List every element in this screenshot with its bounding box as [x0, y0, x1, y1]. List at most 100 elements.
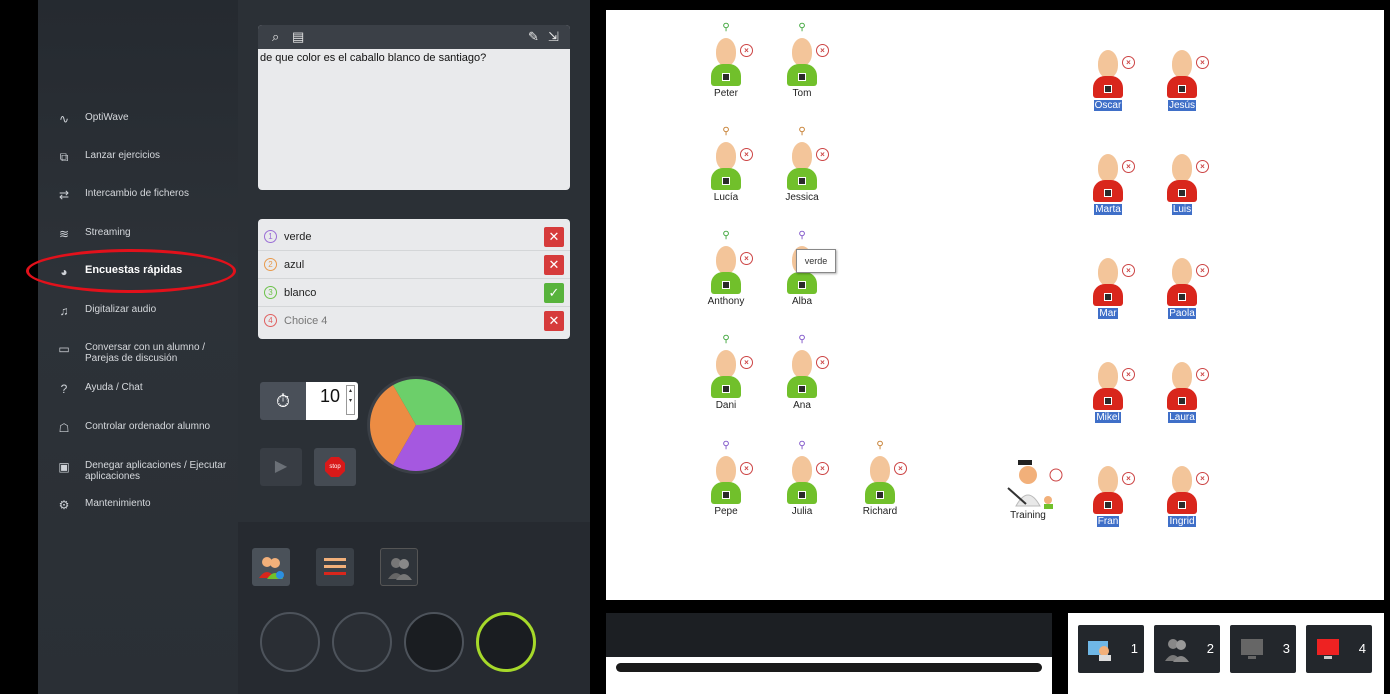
group-label: 2 — [1206, 641, 1214, 656]
close-icon[interactable]: × — [1122, 368, 1135, 381]
answer-number: 1 — [264, 230, 277, 243]
group-circle-3[interactable] — [404, 612, 464, 672]
sidebar: ∿ OptiWave ⧉ Lanzar ejercicios ⇄ Interca… — [38, 0, 238, 694]
screen-icon — [1178, 293, 1186, 301]
stopwatch-icon[interactable]: ⏱ — [260, 382, 306, 420]
close-icon[interactable]: × — [1122, 472, 1135, 485]
timer-input[interactable]: 10 ▴ ▾ — [306, 382, 358, 420]
close-icon[interactable]: × — [740, 462, 753, 475]
close-icon[interactable]: × — [1196, 56, 1209, 69]
group-button-2[interactable]: 2 — [1154, 625, 1220, 673]
close-icon[interactable]: × — [740, 356, 753, 369]
timer-spinner[interactable]: ▴ ▾ — [346, 385, 355, 415]
close-icon[interactable]: × — [1196, 472, 1209, 485]
sidebar-item-intercambio[interactable]: ⇄ Intercambio de ficheros — [56, 188, 236, 202]
close-icon[interactable]: × — [1122, 264, 1135, 277]
teacher-station[interactable]: Training — [1004, 458, 1074, 538]
sidebar-item-denegar[interactable]: ▣ Denegar aplicaciones / Ejecutar aplica… — [56, 460, 236, 482]
view-mode-bar — [238, 522, 590, 694]
question-toolbar: ⌕ ▤ ✎ ⇲ — [258, 25, 570, 49]
student-lucía[interactable]: ⚲ × Lucía — [706, 126, 766, 216]
sidebar-item-controlar[interactable]: ☖ Controlar ordenador alumno — [56, 421, 236, 435]
grid-view-button[interactable] — [316, 548, 354, 586]
group-button-4[interactable]: 4 — [1306, 625, 1372, 673]
answer-row-2[interactable]: 2 azul ✕ — [258, 251, 570, 279]
sidebar-item-streaming[interactable]: ≋ Streaming — [56, 227, 236, 241]
app-block-icon: ▣ — [58, 460, 70, 474]
student-alba[interactable]: ⚲×Alba — [782, 230, 842, 320]
edit-icon[interactable]: ✎ — [528, 29, 539, 45]
correct-mark-icon[interactable]: ✓ — [544, 283, 564, 303]
student-name: Mikel — [1095, 412, 1121, 423]
group-view-button[interactable] — [380, 548, 418, 586]
student-body — [1167, 76, 1197, 98]
answer-row-4[interactable]: 4 Choice 4 ✕ — [258, 307, 570, 335]
close-icon[interactable]: × — [816, 356, 829, 369]
screen-icon — [1104, 85, 1112, 93]
sidebar-item-ayuda[interactable]: ? Ayuda / Chat — [56, 382, 236, 396]
sidebar-item-label: Mantenimiento — [85, 498, 151, 509]
student-ingrid[interactable]: × Ingrid — [1162, 450, 1222, 540]
close-icon[interactable]: × — [1196, 368, 1209, 381]
group-circle-4[interactable] — [476, 612, 536, 672]
sidebar-item-optiwave[interactable]: ∿ OptiWave — [56, 112, 236, 126]
teacher-label: Training — [1010, 510, 1046, 521]
student-julia[interactable]: ⚲ × Julia — [782, 440, 842, 530]
answer-row-3[interactable]: 3 blanco ✓ — [258, 279, 570, 307]
student-avatar — [1172, 466, 1192, 494]
wrong-mark-icon[interactable]: ✕ — [544, 227, 564, 247]
answer-row-1[interactable]: 1 verde ✕ — [258, 223, 570, 251]
student-laura[interactable]: × Laura — [1162, 346, 1222, 436]
sidebar-item-mantenimiento[interactable]: ⚙ Mantenimiento — [56, 498, 236, 512]
close-icon[interactable]: × — [740, 44, 753, 57]
sidebar-item-lanzar-ejercicios[interactable]: ⧉ Lanzar ejercicios — [56, 150, 236, 164]
student-ana[interactable]: ⚲ × Ana — [782, 334, 842, 424]
student-oscar[interactable]: × Oscar — [1088, 34, 1148, 124]
sidebar-item-label: Controlar ordenador alumno — [85, 421, 211, 432]
group-button-3[interactable]: 3 — [1230, 625, 1296, 673]
student-richard[interactable]: ⚲ × Richard — [860, 440, 920, 530]
student-mar[interactable]: × Mar — [1088, 242, 1148, 332]
sidebar-item-conversar[interactable]: ▭ Conversar con un alumno / Parejas de d… — [56, 342, 206, 364]
close-icon[interactable]: × — [1196, 264, 1209, 277]
student-tom[interactable]: ⚲ × Tom — [782, 22, 842, 112]
student-luis[interactable]: × Luis — [1162, 138, 1222, 228]
group-circle-2[interactable] — [332, 612, 392, 672]
student-pepe[interactable]: ⚲ × Pepe — [706, 440, 766, 530]
close-icon[interactable]: × — [894, 462, 907, 475]
wrong-mark-icon[interactable]: ✕ — [544, 311, 564, 331]
student-peter[interactable]: ⚲ × Peter — [706, 22, 766, 112]
student-anthony[interactable]: ⚲ × Anthony — [706, 230, 766, 320]
search-icon[interactable]: ⌕ — [272, 29, 279, 45]
close-icon[interactable]: × — [816, 44, 829, 57]
close-icon[interactable]: × — [740, 252, 753, 265]
group-button-1[interactable]: 1 — [1078, 625, 1144, 673]
student-jesús[interactable]: × Jesús — [1162, 34, 1222, 124]
close-icon[interactable]: × — [1122, 56, 1135, 69]
student-marta[interactable]: × Marta — [1088, 138, 1148, 228]
hand-raise-icon: ⚲ — [722, 334, 730, 345]
save-icon[interactable]: ▤ — [292, 29, 304, 45]
question-text[interactable]: de que color es el caballo blanco de san… — [258, 49, 570, 64]
wrong-mark-icon[interactable]: ✕ — [544, 255, 564, 275]
play-button[interactable]: ▶ — [260, 448, 302, 486]
screen-icon — [798, 73, 806, 81]
close-icon[interactable]: × — [740, 148, 753, 161]
sidebar-item-digitalizar-audio[interactable]: ♫ Digitalizar audio — [56, 304, 236, 318]
student-mikel[interactable]: × Mikel — [1088, 346, 1148, 436]
export-icon[interactable]: ⇲ — [548, 29, 559, 45]
screen-icon — [798, 281, 806, 289]
stop-button[interactable]: stop — [314, 448, 356, 486]
student-fran[interactable]: × Fran — [1088, 450, 1148, 540]
individual-view-button[interactable] — [252, 548, 290, 586]
student-paola[interactable]: × Paola — [1162, 242, 1222, 332]
student-jessica[interactable]: ⚲ × Jessica — [782, 126, 842, 216]
hand-raise-icon: ⚲ — [798, 230, 806, 241]
close-icon[interactable]: × — [1122, 160, 1135, 173]
close-icon[interactable]: × — [816, 148, 829, 161]
close-icon[interactable]: × — [816, 462, 829, 475]
group-circle-1[interactable] — [260, 612, 320, 672]
close-icon[interactable]: × — [1196, 160, 1209, 173]
answer-number: 2 — [264, 258, 277, 271]
student-dani[interactable]: ⚲ × Dani — [706, 334, 766, 424]
